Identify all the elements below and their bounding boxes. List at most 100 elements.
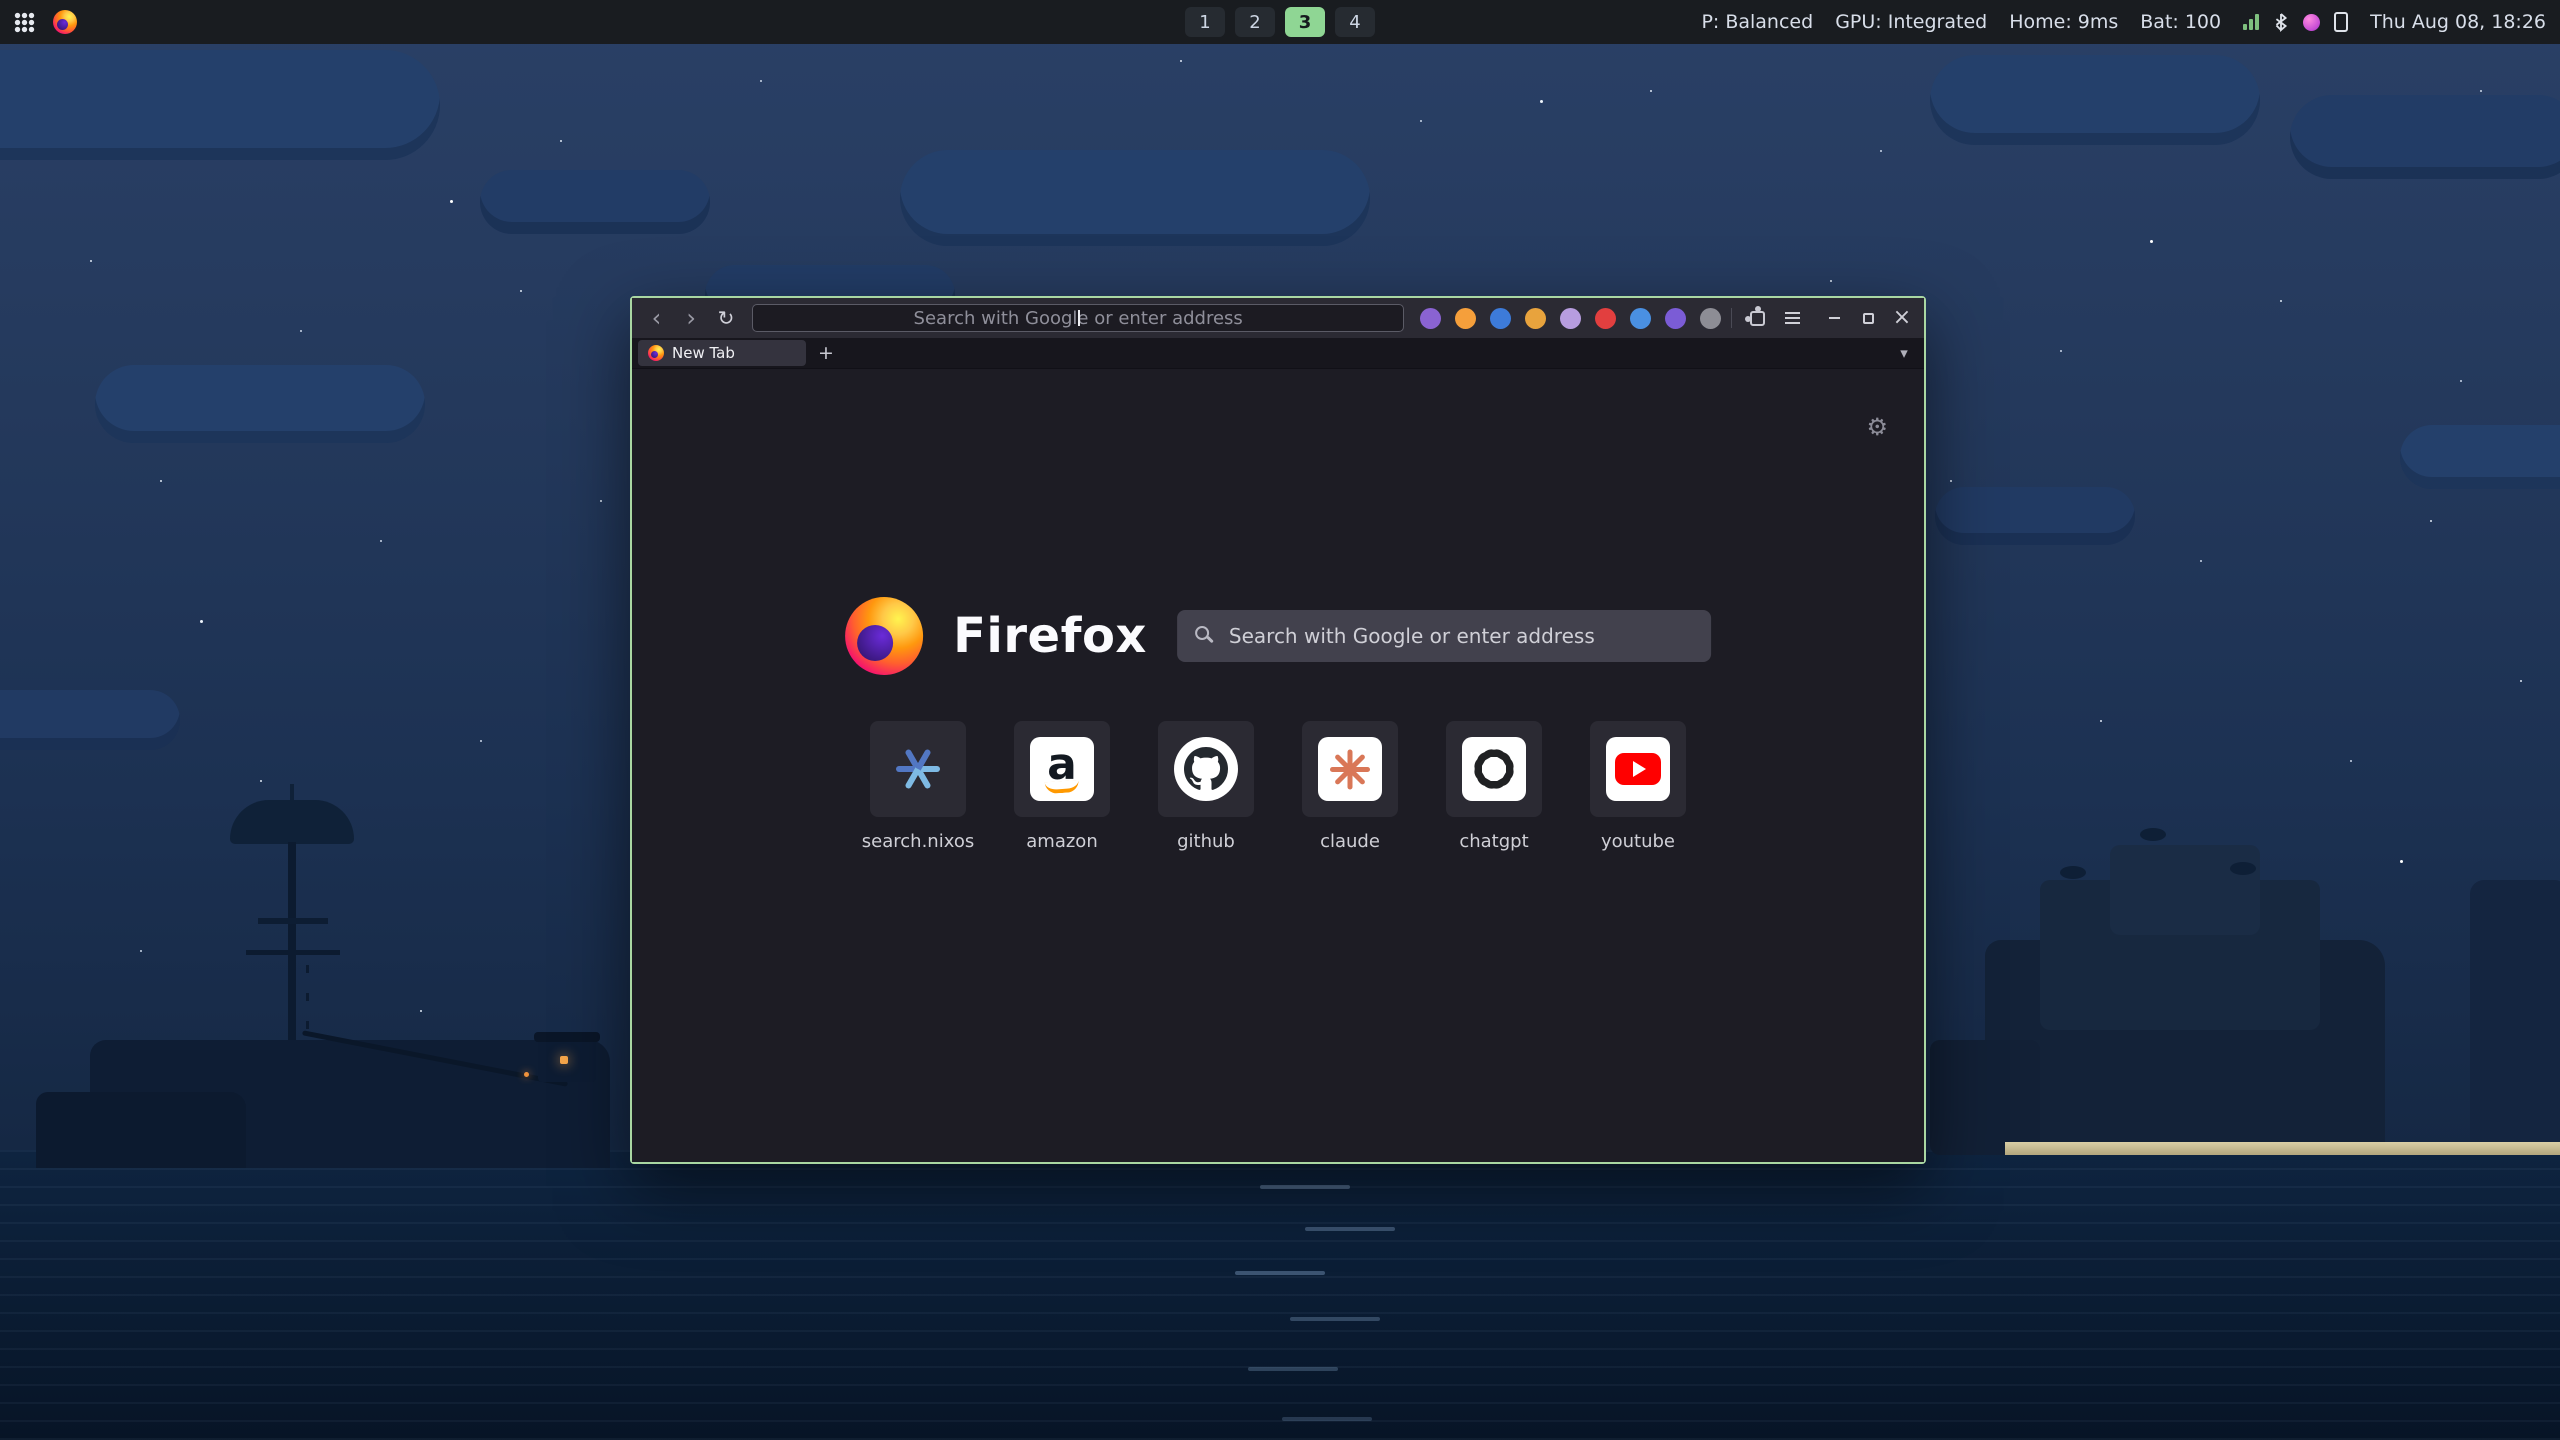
extension-buttons (1420, 308, 1721, 329)
minimize-button[interactable] (1820, 304, 1848, 332)
newtab-search-input[interactable] (1177, 610, 1711, 662)
tile-card: a (1014, 721, 1110, 817)
status-bar: 1 2 3 4 P: Balanced GPU: Integrated Home… (0, 0, 2560, 44)
power-profile-status[interactable]: P: Balanced (1701, 11, 1813, 33)
statusbar-left (14, 10, 77, 34)
tile-card (1302, 721, 1398, 817)
shortcut-amazon[interactable]: a amazon (1014, 721, 1110, 852)
cloud (95, 365, 425, 443)
statusbar-right: P: Balanced GPU: Integrated Home: 9ms Ba… (1701, 11, 2546, 33)
ocean (0, 1150, 2560, 1440)
toolbar-separator (1731, 308, 1732, 328)
claude-starburst-icon (1328, 747, 1372, 791)
shortcut-label: search.nixos (862, 831, 974, 852)
window-controls: × (1820, 304, 1916, 332)
workspace-1[interactable]: 1 (1185, 7, 1225, 37)
hut (538, 1040, 596, 1082)
clock[interactable]: Thu Aug 08, 18:26 (2370, 11, 2546, 33)
tile-card (1158, 721, 1254, 817)
newtab-search (1177, 610, 1711, 662)
icon-card (1174, 737, 1238, 801)
tile-card (1590, 721, 1686, 817)
workspace-3-active[interactable]: 3 (1285, 7, 1325, 37)
network-latency-status[interactable]: Home: 9ms (2009, 11, 2118, 33)
extension-5-icon[interactable] (1560, 308, 1581, 329)
shortcut-github[interactable]: github (1158, 721, 1254, 852)
shortcut-label: github (1177, 831, 1235, 852)
shortcut-label: youtube (1601, 831, 1675, 852)
new-tab-page: ⚙ Firefox search.nixos a (632, 369, 1924, 1162)
maximize-button[interactable] (1854, 304, 1882, 332)
extension-6-icon[interactable] (1595, 308, 1616, 329)
island-cliff (1930, 1040, 2040, 1155)
network-signal-icon[interactable] (2243, 14, 2259, 30)
shortcut-tiles: search.nixos a amazon (632, 721, 1924, 852)
icon-card (1606, 737, 1670, 801)
back-button[interactable]: ‹ (640, 303, 673, 333)
gpu-status[interactable]: GPU: Integrated (1835, 11, 1987, 33)
cloud (480, 170, 710, 234)
workspace-2[interactable]: 2 (1235, 7, 1275, 37)
firefox-icon[interactable] (53, 10, 77, 34)
workspace-4[interactable]: 4 (1335, 7, 1375, 37)
cloud (1930, 55, 2260, 145)
extensions-menu-icon[interactable] (1750, 311, 1765, 326)
dock-light (524, 1072, 529, 1077)
battery-status[interactable]: Bat: 100 (2140, 11, 2221, 33)
extension-1-icon[interactable] (1420, 308, 1441, 329)
text-caret (1078, 310, 1080, 326)
bluetooth-icon[interactable] (2273, 12, 2289, 32)
icon-card (1318, 737, 1382, 801)
shortcut-label: chatgpt (1459, 831, 1528, 852)
workspace-switcher: 1 2 3 4 (1185, 7, 1375, 37)
tile-card (1446, 721, 1542, 817)
app-menu-icon[interactable] (1785, 317, 1800, 319)
moonlight-reflection (1260, 1185, 1350, 1189)
firefox-logo (845, 597, 923, 675)
extension-4-icon[interactable] (1525, 308, 1546, 329)
color-profile-icon[interactable] (2303, 14, 2320, 31)
shortcut-label: amazon (1026, 831, 1097, 852)
cloud (2400, 425, 2560, 489)
new-tab-button[interactable]: + (812, 340, 840, 366)
palm-tree (2140, 828, 2166, 841)
icon-card: a (1030, 737, 1094, 801)
tab-favicon (648, 345, 664, 361)
personalize-gear-icon[interactable]: ⚙ (1866, 413, 1888, 441)
nixos-snowflake-icon (890, 741, 946, 797)
cloud (0, 50, 440, 160)
cloud (0, 690, 180, 750)
github-octocat-icon (1184, 747, 1228, 791)
tab-bar: New Tab + ▾ (632, 338, 1924, 369)
youtube-play-icon (1615, 753, 1661, 785)
extension-3-icon[interactable] (1490, 308, 1511, 329)
shortcut-label: claude (1320, 831, 1380, 852)
tower-beam (246, 950, 340, 955)
cloud (900, 150, 1370, 246)
extension-2-icon[interactable] (1455, 308, 1476, 329)
extension-8-icon[interactable] (1665, 308, 1686, 329)
shortcut-claude[interactable]: claude (1302, 721, 1398, 852)
tab-title: New Tab (672, 344, 735, 362)
shortcut-search-nixos[interactable]: search.nixos (870, 721, 966, 852)
palm-tree (2060, 866, 2086, 879)
amazon-a-icon: a (1045, 745, 1079, 793)
tab-list-chevron-icon[interactable]: ▾ (1890, 344, 1918, 362)
forward-button[interactable]: › (675, 303, 708, 333)
reload-button[interactable]: ↻ (710, 303, 743, 333)
tab-new-tab[interactable]: New Tab (638, 340, 806, 366)
shortcut-chatgpt[interactable]: chatgpt (1446, 721, 1542, 852)
extension-7-icon[interactable] (1630, 308, 1651, 329)
app-launcher-icon[interactable] (14, 12, 35, 33)
shortcut-youtube[interactable]: youtube (1590, 721, 1686, 852)
device-icon[interactable] (2334, 12, 2348, 32)
close-button[interactable]: × (1888, 304, 1916, 332)
hut-window-light (560, 1056, 568, 1064)
tower-roof (230, 800, 354, 844)
search-icon (1195, 626, 1209, 640)
statusbar-icons (2243, 12, 2348, 32)
extension-9-icon[interactable] (1700, 308, 1721, 329)
shore-rocks (36, 1092, 246, 1168)
island-cliff (2110, 845, 2260, 935)
palm-tree (2230, 862, 2256, 875)
